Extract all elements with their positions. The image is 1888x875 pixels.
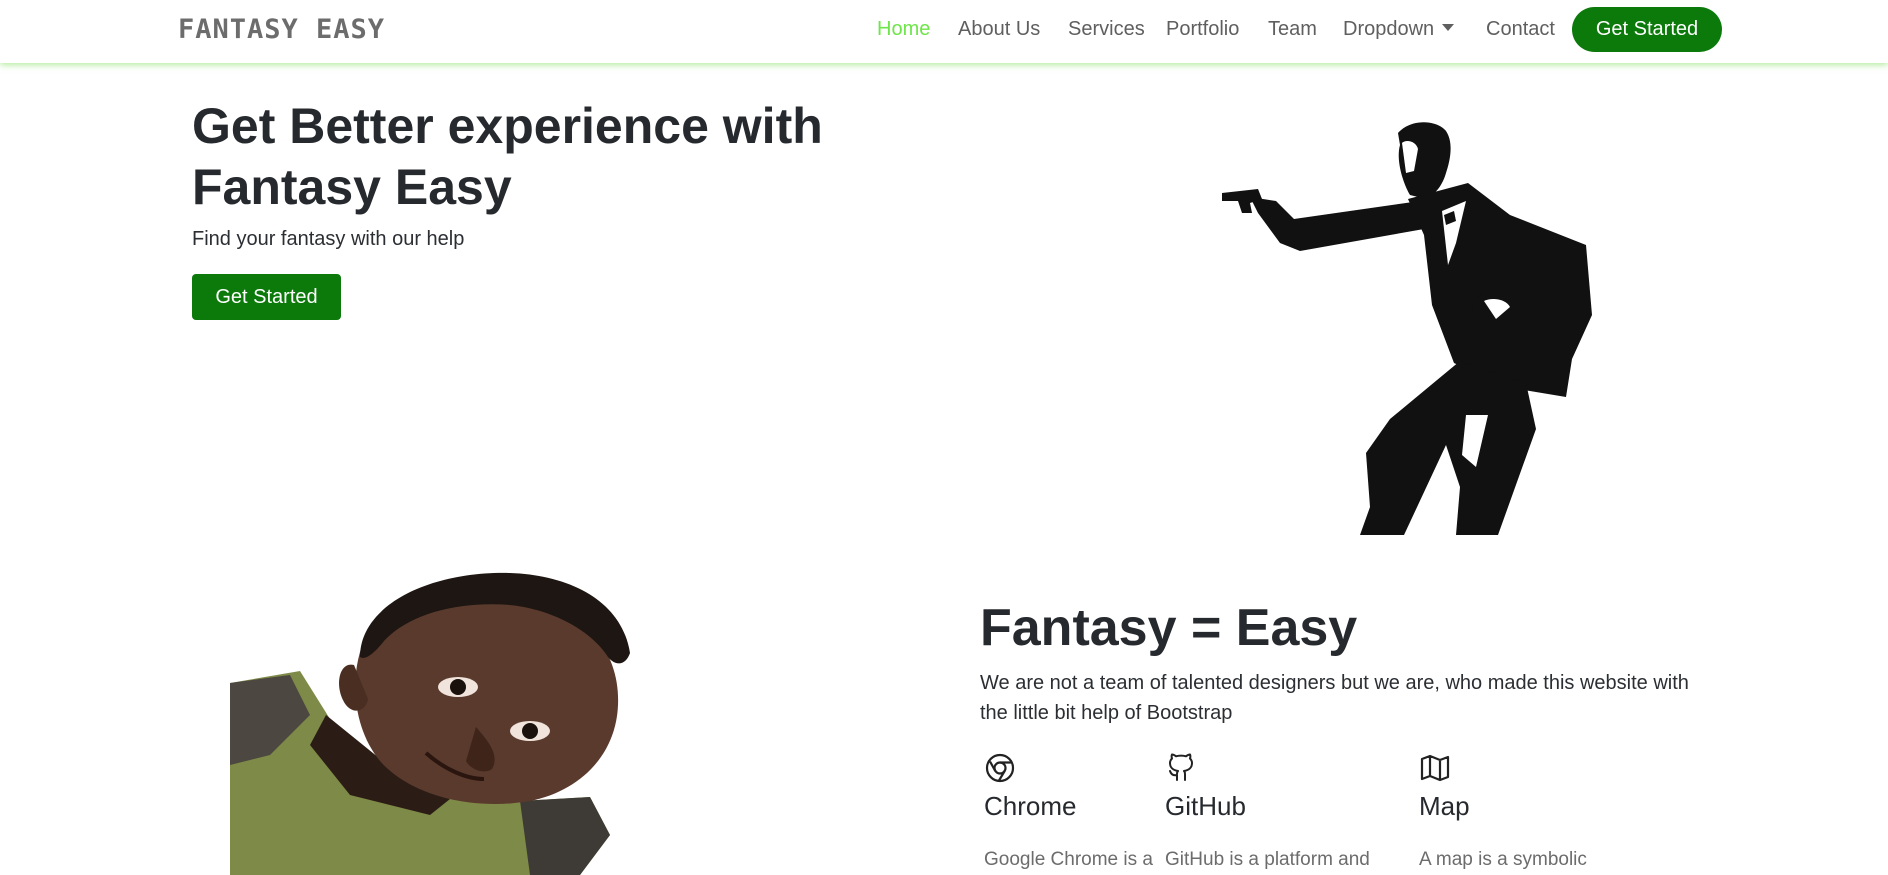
about-description: We are not a team of talented designers … (980, 672, 1689, 724)
nav-get-started-button[interactable]: Get Started (1572, 7, 1722, 52)
feature-title: Map (1419, 791, 1470, 821)
nav-portfolio[interactable]: Portfolio (1166, 18, 1239, 41)
feature-text: GitHub is a platform and (1165, 849, 1370, 870)
logo[interactable]: FANTASY EASY (178, 14, 385, 45)
nav-about-us[interactable]: About Us (958, 18, 1040, 41)
nav-team[interactable]: Team (1268, 18, 1317, 41)
silhouette-gunman-illustration (1222, 122, 1592, 535)
github-icon (1169, 753, 1193, 781)
hero-title: Get Better experience with Fantasy Easy (192, 98, 823, 215)
feature-text: A map is a symbolic depiction (1419, 849, 1587, 870)
nav-contact[interactable]: Contact (1486, 18, 1555, 41)
feature-title: GitHub (1165, 791, 1246, 821)
map-icon (1420, 754, 1450, 782)
nav-dropdown[interactable]: Dropdown (1343, 18, 1455, 41)
about-title: Fantasy = Easy (980, 599, 1358, 657)
smiling-man-photo (230, 572, 630, 875)
hero-subtitle: Find your fantasy with our help (192, 228, 465, 250)
nav-home[interactable]: Home (877, 18, 930, 41)
nav-dropdown-label: Dropdown (1343, 18, 1435, 40)
nav-services[interactable]: Services (1068, 18, 1145, 41)
feature-map: Map A map is a symbolic depiction (1415, 752, 1655, 875)
chrome-icon (985, 753, 1015, 783)
caret-down-icon (1442, 24, 1455, 31)
hero-get-started-button[interactable]: Get Started (192, 274, 341, 320)
feature-github: GitHub GitHub is a platform and (1161, 752, 1401, 874)
navbar: FANTASY EASY Home About Us Services Port… (0, 0, 1888, 63)
